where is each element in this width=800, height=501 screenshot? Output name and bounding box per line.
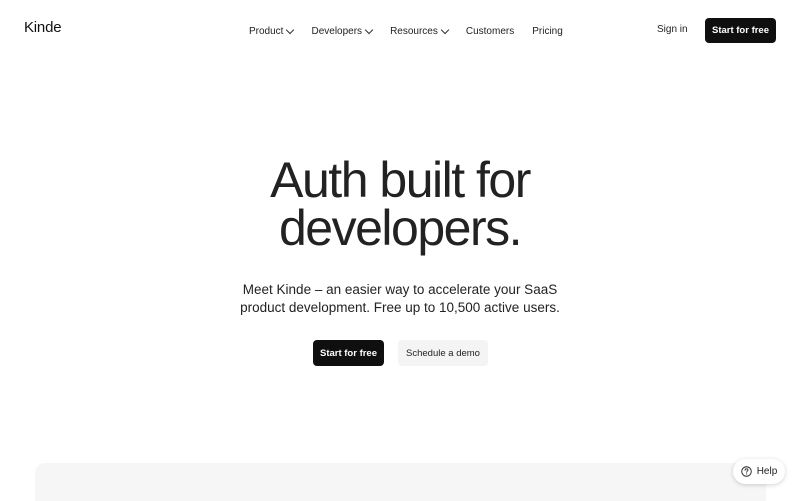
hero-subtitle-line-2: product development. Free up to 10,500 a…: [240, 300, 560, 315]
nav-item-label: Resources: [390, 25, 438, 37]
main-nav: Product Developers Resources Customers P…: [249, 24, 563, 38]
chevron-down-icon: [440, 25, 450, 34]
nav-item-customers[interactable]: Customers: [466, 24, 514, 38]
hero-title: Auth built for developers.: [0, 152, 800, 256]
hero-title-line-2: developers.: [279, 200, 523, 256]
product-preview-panel: [35, 463, 766, 501]
start-for-free-header-button[interactable]: Start for free: [705, 18, 776, 43]
nav-item-label: Pricing: [532, 25, 563, 37]
hero-subtitle-line-1: Meet Kinde – an easier way to accelerate…: [242, 282, 558, 297]
help-label: Help: [756, 466, 778, 477]
nav-item-developers[interactable]: Developers: [311, 24, 374, 38]
sign-in-link[interactable]: Sign in: [657, 24, 688, 35]
chevron-down-icon: [286, 25, 295, 34]
page: Kinde Product Developers Resources Custo…: [0, 0, 800, 501]
start-for-free-button[interactable]: Start for free: [313, 340, 384, 366]
schedule-demo-button[interactable]: Schedule a demo: [398, 340, 488, 366]
hero-subtitle: Meet Kinde – an easier way to accelerate…: [0, 281, 800, 317]
hero-title-line-1: Auth built for: [270, 152, 531, 208]
question-circle-icon: [740, 466, 752, 477]
chevron-down-icon: [364, 25, 374, 34]
site-header: Kinde Product Developers Resources Custo…: [0, 0, 800, 62]
nav-item-label: Developers: [311, 25, 363, 37]
nav-item-product[interactable]: Product: [249, 24, 295, 38]
nav-item-label: Customers: [465, 25, 515, 37]
kinde-logo[interactable]: Kinde: [24, 19, 62, 36]
nav-item-label: Product: [249, 25, 284, 37]
nav-item-pricing[interactable]: Pricing: [532, 24, 563, 38]
nav-item-resources[interactable]: Resources: [390, 24, 450, 38]
help-widget-button[interactable]: Help: [733, 459, 785, 484]
